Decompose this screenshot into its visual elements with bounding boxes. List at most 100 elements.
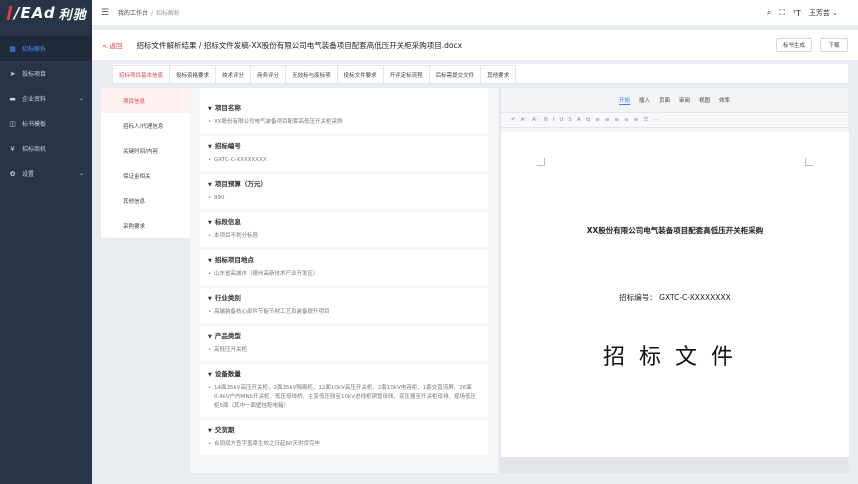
- tab-post-bid-files[interactable]: 后标需提交文件: [428, 65, 482, 83]
- ribbon-tab-review[interactable]: 审阅: [679, 96, 690, 104]
- margin-corner: [805, 158, 813, 166]
- tab-basic-info[interactable]: 招标项目基本信息: [112, 65, 171, 83]
- info-section: ▼招标项目地点山东省高城市（德州高新技术产业开发区）: [200, 250, 488, 285]
- bold-icon[interactable]: B: [544, 117, 548, 123]
- ribbon-tab-insert[interactable]: 插入: [639, 96, 650, 104]
- category-tabs: 招标项目基本信息 投标资格要求 技术评分 商务评分 无效标与废标项 投标文件要求…: [112, 64, 848, 84]
- collapse-triangle-icon: ▼: [208, 182, 212, 188]
- send-icon: ➤: [9, 69, 16, 78]
- text-direction-icon[interactable]: ⇆: [586, 117, 591, 123]
- collapse-triangle-icon: ▼: [208, 258, 212, 264]
- download-button[interactable]: 下载: [820, 38, 848, 52]
- section-nav-project-info[interactable]: 项目信息: [101, 88, 190, 113]
- info-section: ▼项目名称XX股份有限公司电气装备项目配套高低压开关柜采购: [200, 98, 488, 133]
- font-grow-icon[interactable]: A⁺: [521, 117, 528, 123]
- app-root: /EAd 利驰 ▦ 招标解析 ➤ 投标项目 ▬ 企业资料 ⌄ ◫ 标书模板 ¥ 招标商机 ✿ 设…: [0, 0, 858, 484]
- topbar: ☰ 我的工作台 / 招标解析 ⌕ ⛶ ᵀT 王芳芸 ⌄: [92, 0, 858, 26]
- ribbon-tab-page[interactable]: 页面: [659, 96, 670, 104]
- logo: /EAd 利驰: [0, 0, 92, 26]
- align-left-icon[interactable]: ≡: [595, 117, 600, 123]
- yen-icon: ¥: [10, 144, 15, 153]
- section-nav-tenderer[interactable]: 招标人/代理信息: [101, 113, 190, 138]
- justify-icon[interactable]: ≡: [624, 117, 629, 123]
- collapse-triangle-icon: ▼: [208, 106, 212, 112]
- font-size-icon[interactable]: ᵀT: [793, 9, 801, 18]
- ribbon-tab-view[interactable]: 视图: [699, 96, 710, 104]
- section-nav-procurement[interactable]: 采购要求: [101, 213, 190, 238]
- menu-toggle-icon[interactable]: ☰: [92, 8, 118, 18]
- folder-icon: ▬: [9, 94, 16, 103]
- document-heading: 招标文件: [602, 345, 747, 370]
- collapse-triangle-icon: ▼: [208, 296, 212, 302]
- tab-invalid-bid[interactable]: 无效标与废标项: [285, 65, 338, 83]
- italic-icon[interactable]: I: [553, 117, 555, 123]
- align-right-icon[interactable]: ≡: [614, 117, 619, 123]
- page-title: 招标文件解析结果 / 招标文件发稿-XX股份有限公司电气装备项目配套高低压开关柜…: [136, 40, 463, 50]
- sidebar-item-templates[interactable]: ◫ 标书模板: [0, 111, 92, 136]
- collapse-triangle-icon: ▼: [208, 372, 212, 378]
- ribbon-tab-home[interactable]: 开始: [618, 96, 630, 105]
- collapse-triangle-icon: ▼: [208, 144, 212, 150]
- breadcrumb-home[interactable]: 我的工作台: [118, 10, 148, 17]
- undo-icon[interactable]: ↶: [511, 117, 516, 123]
- user-menu[interactable]: 王芳芸 ⌄: [809, 8, 838, 18]
- collapse-triangle-icon: ▼: [208, 334, 212, 340]
- chevron-down-icon: ⌄: [78, 95, 84, 102]
- ribbon-tab-efficiency[interactable]: 效率: [719, 96, 730, 104]
- more-icon[interactable]: ⋯: [653, 117, 659, 123]
- strikethrough-icon[interactable]: S: [568, 117, 572, 123]
- tab-bid-doc-requirements[interactable]: 投标文件要求: [336, 65, 384, 83]
- section-nav-deposit[interactable]: 保证金相关: [101, 163, 190, 188]
- underline-icon[interactable]: U: [559, 117, 563, 123]
- list-icon[interactable]: ☰: [643, 117, 648, 123]
- chevron-down-icon: ⌄: [78, 170, 84, 177]
- editor-toolbar: ↶ A⁺ A⁻ B I U S A ⇆ ≡ ≡ ≡ ≡ ≡ ☰ ⋯: [501, 112, 848, 128]
- align-center-icon[interactable]: ≡: [605, 117, 610, 123]
- font-shrink-icon[interactable]: A⁻: [532, 117, 539, 123]
- info-section: ▼标段信息本项目不划分标段: [200, 212, 488, 247]
- page-header: < 返回 招标文件解析结果 / 招标文件发稿-XX股份有限公司电气装备项目配套高…: [92, 30, 858, 60]
- horizontal-scrollbar[interactable]: [501, 457, 849, 473]
- info-panel: ▼项目名称XX股份有限公司电气装备项目配套高低压开关柜采购 ▼招标编号GXTC-…: [190, 88, 498, 473]
- collapse-triangle-icon: ▼: [208, 428, 212, 434]
- info-section: ▼产品类型高低压开关柜: [200, 326, 488, 361]
- sidebar-item-opportunities[interactable]: ¥ 招标商机: [0, 136, 92, 161]
- sidebar-item-bid-projects[interactable]: ➤ 投标项目: [0, 61, 92, 86]
- tab-qualification[interactable]: 投标资格要求: [169, 65, 217, 83]
- topbar-actions: ⌕ ⛶ ᵀT 王芳芸 ⌄: [767, 0, 838, 26]
- font-color-icon[interactable]: A: [577, 117, 581, 123]
- section-nav-key-times[interactable]: 关键时间/内容: [101, 138, 190, 163]
- grid-icon: ▦: [9, 44, 16, 53]
- document-preview: 开始 插入 页面 审阅 视图 效率 ↶ A⁺ A⁻ B I U S A ⇆ ≡ …: [500, 88, 849, 473]
- info-section: ▼交货期合同双方签字盖章生效之日起60天供货完毕: [200, 420, 488, 455]
- generate-bid-button[interactable]: 标书生成: [776, 38, 812, 52]
- fullscreen-icon[interactable]: ⛶: [779, 8, 785, 18]
- breadcrumb-current: 招标解析: [156, 10, 181, 17]
- info-section: ▼设备数量14面35kV高压开关柜、2面35kV隔离柜、12面10kV高压开关柜…: [200, 364, 488, 417]
- search-icon[interactable]: ⌕: [767, 8, 771, 18]
- back-button[interactable]: < 返回: [102, 40, 123, 50]
- section-nav-other-info[interactable]: 其他信息: [101, 188, 190, 213]
- collapse-triangle-icon: ▼: [208, 220, 212, 226]
- editor-ribbon-tabs: 开始 插入 页面 审阅 视图 效率: [501, 88, 848, 112]
- tab-evaluation-process[interactable]: 开评定标流程: [382, 65, 430, 83]
- book-icon: ◫: [9, 119, 16, 128]
- sidebar-item-settings[interactable]: ✿ 设置 ⌄: [0, 161, 92, 186]
- line-spacing-icon[interactable]: ≡: [634, 117, 639, 123]
- tab-technical-score[interactable]: 技术评分: [215, 65, 252, 83]
- document-tender-code: 招标编号： GXTC-C-XXXXXXXX: [619, 293, 731, 302]
- sidebar-item-company-info[interactable]: ▬ 企业资料 ⌄: [0, 86, 92, 111]
- sidebar-item-tender-analysis[interactable]: ▦ 招标解析: [0, 36, 92, 61]
- gear-icon: ✿: [9, 169, 16, 178]
- info-section: ▼项目预算（万元）990: [200, 174, 488, 209]
- tab-business-score[interactable]: 商务评分: [250, 65, 287, 83]
- info-section: ▼招标编号GXTC-C-XXXXXXXX: [200, 136, 488, 171]
- document-page: XX股份有限公司电气装备项目配套高低压开关柜采购 招标编号： GXTC-C-XX…: [501, 132, 849, 457]
- sidebar: /EAd 利驰 ▦ 招标解析 ➤ 投标项目 ▬ 企业资料 ⌄ ◫ 标书模板 ¥ 招标商机 ✿ 设…: [0, 0, 92, 484]
- breadcrumb: 我的工作台 / 招标解析: [118, 10, 181, 17]
- section-nav: 项目信息 招标人/代理信息 关键时间/内容 保证金相关 其他信息 采购要求: [101, 88, 190, 238]
- tab-other-requirements[interactable]: 其他要求: [480, 65, 517, 83]
- document-title: XX股份有限公司电气装备项目配套高低压开关柜采购: [586, 226, 764, 235]
- margin-corner: [537, 158, 545, 166]
- info-section: ▼行业类别高端装备核心部件节能节材工艺及装备提升项目: [200, 288, 488, 323]
